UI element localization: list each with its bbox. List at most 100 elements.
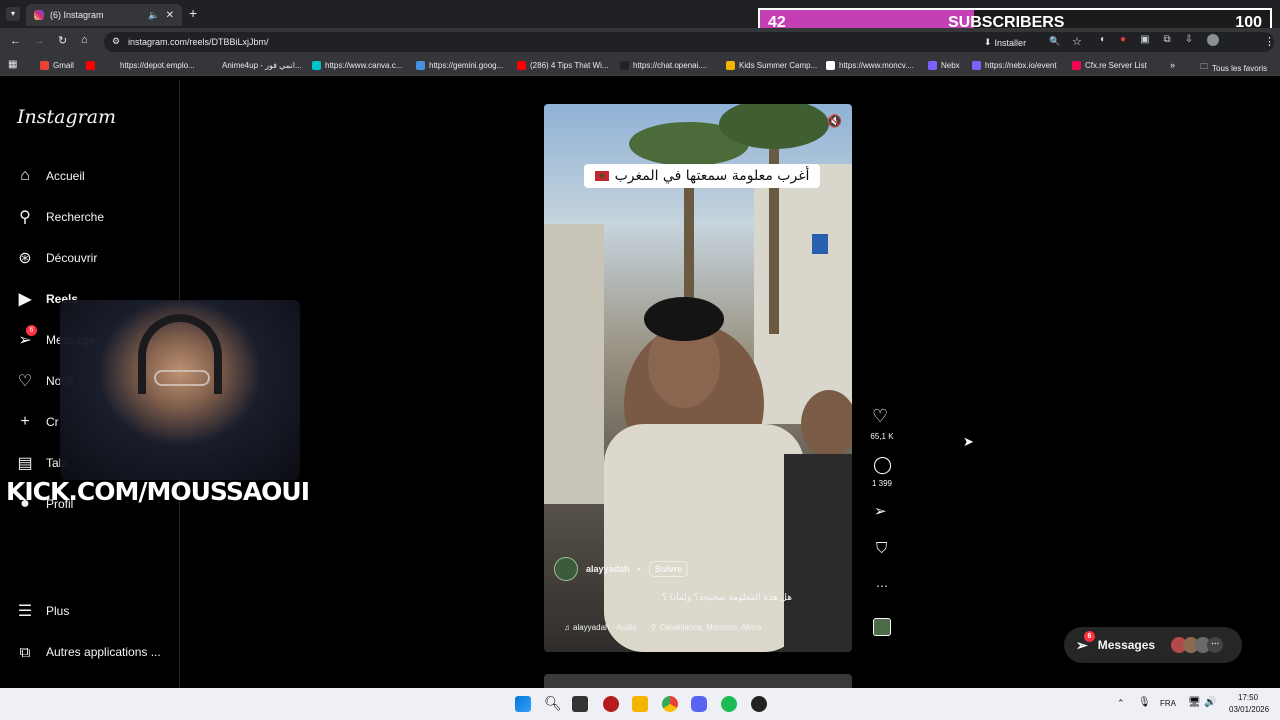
extension-icon[interactable]: ◐ [1100,34,1106,50]
bookmark-item[interactable]: https://depot.emplo... [120,61,195,70]
install-app-button[interactable]: ⬇ Installer [984,37,1026,48]
tab-list-button[interactable]: ▾ [6,7,20,21]
bookmark-item[interactable]: https://www.canva.c... [312,61,402,70]
like-heart-icon[interactable]: ♡ [872,406,888,427]
audio-thumbnail[interactable] [873,618,891,636]
bookmark-favicon-icon [1072,61,1081,70]
author-username[interactable]: alayyadah [586,564,630,574]
reel-video[interactable]: 🔇 أغرب معلومة سمعتها في المغرب ★ alayyad… [544,104,852,652]
more-options-icon[interactable]: ⋯ [876,579,888,593]
zoom-icon[interactable]: 🔍 [1049,36,1060,47]
back-icon[interactable]: ← [10,35,21,47]
folder-icon: 🗀 [1200,62,1208,71]
caption-text: أغرب معلومة سمعتها في المغرب [614,168,810,184]
comment-icon[interactable]: ◯ [873,455,892,475]
messages-pill[interactable]: ➢ 6 Messages ⋯ [1064,627,1242,663]
file-explorer-icon[interactable] [632,696,648,712]
location-label: Casablanca, Morocco, Africa [659,623,762,632]
bookmark-label: Cfx.re Server List [1085,61,1147,70]
morocco-flag-icon: ★ [594,171,609,181]
bookmark-item[interactable]: (286) 4 Tips That Wi... [517,61,609,70]
sidebar-item-more[interactable]: ☰ Plus [16,602,70,620]
bookmark-label: (286) 4 Tips That Wi... [530,61,609,70]
speaker-icon[interactable]: 🔈 [148,10,159,21]
sidebar-item-recherche[interactable]: ⚲ Recherche [16,208,104,226]
share-send-icon[interactable]: ➢ [874,502,887,520]
messenger-icon: ➢ 6 [1076,630,1095,654]
microphone-icon[interactable]: 🎙 [1138,697,1151,708]
app-icon[interactable] [751,696,767,712]
location-pin-icon: ⚲ [650,623,657,632]
reload-icon[interactable]: ↻ [58,34,67,47]
bookmark-item[interactable]: https://nebx.io/event [972,61,1057,70]
app-icon[interactable] [603,696,619,712]
bookmark-label: Nebx [941,61,960,70]
bookmark-item[interactable]: Gmail [40,61,74,70]
bookmark-label: Anime4up - انمي فور... [222,61,302,70]
new-tab-button[interactable]: + [189,5,197,21]
bookmark-label: https://gemini.goog... [429,61,504,70]
author-avatar[interactable] [554,557,578,581]
close-tab-icon[interactable]: ✕ [166,10,174,21]
bookmark-item[interactable]: https://www.moncv.... [826,61,914,70]
bookmark-label: https://www.canva.c... [325,61,403,70]
instagram-logo[interactable]: Instagram [17,106,116,128]
extension-icon[interactable]: ▣ [1140,34,1149,50]
volume-icon[interactable]: 🔊 [1204,697,1216,708]
browser-menu-icon[interactable]: ⋮ [1264,35,1275,48]
sidebar-item-other-apps[interactable]: ⧉ Autres applications ... [16,643,161,661]
sidebar-item-accueil[interactable]: ⌂ Accueil [16,167,85,185]
apps-grid-icon[interactable]: ▦ [8,59,17,70]
sidebar-item-label: Accueil [46,169,85,183]
sidebar-item-cr[interactable]: + Cr [16,413,59,431]
task-view-icon[interactable] [572,696,588,712]
bookmark-favicon-icon [86,61,95,70]
url-text: instagram.com/reels/DTBBiLxjJbm/ [128,37,269,47]
clock-time[interactable]: 17:50 [1238,693,1258,702]
bookmark-item[interactable] [86,61,99,70]
all-bookmarks[interactable]: 🗀 Tous les favoris [1200,61,1267,75]
clock-date[interactable]: 03/01/2026 [1229,705,1269,714]
downloads-icon[interactable]: ⇩ [1185,34,1193,50]
audio-link[interactable]: ♫ alayyadah · Audio [564,623,637,632]
reel-description[interactable]: هل هذه المعلومة صحيحة؟ ولماذا ؟ [564,593,792,603]
search-taskbar-icon[interactable]: 🔍︎ [544,695,562,712]
follow-button[interactable]: Suivre [648,561,689,577]
chrome-icon[interactable] [662,696,678,712]
active-tab[interactable]: (6) Instagram 🔈 ✕ [26,4,182,26]
bookmark-star-icon[interactable]: ☆ [1072,35,1082,48]
separator-dot: • [637,564,641,574]
bookmark-item[interactable]: Kids Summer Camp... [726,61,817,70]
extension-icon[interactable]: ● [1120,34,1126,50]
bookmark-item[interactable]: https://gemini.goog... [416,61,503,70]
windows-start-icon[interactable] [515,696,531,712]
profile-avatar-icon[interactable] [1207,34,1220,46]
site-info-icon[interactable]: ⚙ [112,36,120,47]
network-icon[interactable]: 🖥 [1188,697,1201,708]
home-browser-icon[interactable]: ⌂ [81,34,88,46]
location-link[interactable]: ⚲ Casablanca, Morocco, Africa [651,623,762,632]
sidebar-item-dcouvrir[interactable]: ⊛ Découvrir [16,249,97,267]
tray-overflow-icon[interactable]: ⌃ [1117,698,1125,709]
save-bookmark-icon[interactable]: ⛉ [876,540,887,557]
bookmark-favicon-icon [972,61,981,70]
bookmark-item[interactable]: Cfx.re Server List [1072,61,1147,70]
discord-icon[interactable] [691,696,707,712]
language-indicator[interactable]: FRA [1160,699,1176,708]
bookmark-label: Kids Summer Camp... [739,61,818,70]
bookmark-item[interactable]: Anime4up - انمي فور... [222,61,302,70]
puzzle-icon[interactable]: ⧉ [1164,34,1171,50]
bookmark-item[interactable]: Nebx [928,61,960,70]
hamburger-icon: ☰ [17,603,33,620]
mute-icon[interactable]: 🔇 [827,114,842,128]
home-icon: ⌂ [20,167,30,184]
spotify-icon[interactable] [721,696,737,712]
address-bar[interactable]: ⚙ instagram.com/reels/DTBBiLxjJbm/ ⬇ Ins… [104,32,1274,52]
bookmark-item[interactable]: https://chat.openai.... [620,61,707,70]
reels-icon: ▶ [18,291,32,308]
next-reel-preview[interactable] [544,674,852,688]
sidebar-item-label: Cr [46,415,59,429]
bookmark-label: https://depot.emplo... [120,61,195,70]
forward-icon[interactable]: → [34,35,45,47]
bookmarks-overflow-icon[interactable]: » [1170,60,1175,70]
